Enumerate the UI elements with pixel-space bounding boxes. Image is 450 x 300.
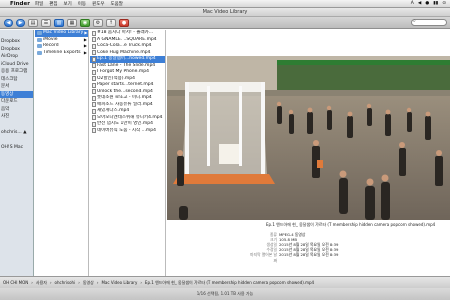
video-file-icon — [92, 128, 96, 134]
video-file-icon — [92, 102, 96, 108]
folder-icon — [37, 50, 42, 55]
menu-file[interactable]: 파일 — [35, 1, 43, 7]
sidebar-item-device[interactable]: ohchris... ▲ — [0, 129, 33, 137]
video-file-icon — [92, 89, 96, 95]
list-item[interactable]: Timeline Exports ▶ — [35, 50, 88, 57]
view-coverflow-button[interactable]: ▦ — [67, 18, 77, 27]
sidebar-item-desktop[interactable]: 데스크탑 — [0, 76, 33, 84]
path-item-home[interactable]: ohchrisohi — [55, 280, 76, 285]
video-thumbnail[interactable] — [167, 56, 450, 220]
file-title: Ep.1 엔드아에 현_ 옹달샘이 갸르타 (T membership hidd… — [266, 222, 436, 227]
status-icon-e[interactable]: ⊙ — [442, 1, 446, 6]
video-file-icon — [92, 76, 96, 82]
video-file-icon — [92, 108, 96, 114]
path-item-movies[interactable]: 동영상 — [83, 280, 94, 286]
folder-icon — [37, 31, 42, 36]
status-icon-a[interactable]: A — [411, 1, 414, 6]
window-title: Mac Video Library — [202, 9, 248, 15]
menu-view[interactable]: 보기 — [64, 1, 72, 7]
sidebar-item-dropbox-2[interactable]: Dropbox — [0, 46, 33, 54]
title-bar: Mac Video Library — [0, 8, 450, 17]
path-item-library[interactable]: Mac Video Library — [101, 280, 137, 285]
column-2: #18 움치다 아저! - 몰래카... A GNAMLE. ..SQUARE.… — [90, 30, 166, 276]
sidebar-item-icloud[interactable]: iCloud Drive — [0, 61, 33, 69]
video-file-icon — [92, 69, 96, 75]
status-icon-c[interactable]: ● — [425, 1, 429, 6]
list-item[interactable]: 네이버뮤직 도움 - 시작 ...mp4 — [90, 128, 165, 135]
sidebar-item-shared-mac[interactable]: OH!S Mac — [0, 144, 33, 152]
menu-help[interactable]: 도움말 — [110, 1, 122, 7]
video-file-icon — [92, 50, 96, 56]
menubar-status-area: A ◀ ● ▮▮ ⊙ — [411, 1, 450, 6]
video-file-icon — [92, 37, 96, 43]
video-frame-image — [167, 56, 450, 220]
sidebar-item-movies[interactable]: 동영상 — [0, 90, 33, 98]
forward-button[interactable]: ▶ — [16, 18, 25, 27]
preview-pane: Ep.1 엔드아에 현_ 옹달샘이 갸르타 (T membership hidd… — [167, 30, 450, 276]
folder-icon — [37, 44, 42, 49]
sidebar-item-downloads[interactable]: 다운로드 — [0, 98, 33, 106]
path-item-disk[interactable]: OH CHI MON — [3, 280, 28, 285]
path-item-users[interactable]: 사용자 — [36, 280, 47, 286]
path-item-file[interactable]: Ep.1 엔드아에 현_ 옹달샘이 갸르타 (T membership hidd… — [145, 280, 314, 286]
status-icon-b[interactable]: ◀ — [418, 1, 421, 6]
tag-button[interactable]: ● — [119, 18, 129, 27]
info-row-last-opened: 마지막 열어본 날짜 2015년 8월 28일 목요일 오전 8:39 — [250, 252, 339, 263]
sidebar-item-pictures[interactable]: 사진 — [0, 113, 33, 121]
video-file-icon — [92, 30, 96, 36]
menu-window[interactable]: 윈도우 — [92, 1, 104, 7]
back-button[interactable]: ◀ — [4, 18, 13, 27]
status-icon-d[interactable]: ▮▮ — [433, 1, 438, 6]
menu-bar: Finder 파일 편집 보기 이동 윈도우 도움말 A ◀ ● ▮▮ ⊙ — [0, 0, 450, 8]
search-input[interactable] — [411, 19, 447, 26]
quicklook-button[interactable]: ◉ — [80, 18, 90, 27]
video-file-icon — [92, 56, 96, 62]
toolbar: ◀ ▶ ▤ ☰ ▥ ▦ ◉ ⚙ ↑ ● — [0, 17, 450, 29]
arrange-button[interactable]: ⚙ — [93, 18, 103, 27]
video-file-icon — [92, 121, 96, 127]
video-file-icon — [92, 115, 96, 121]
status-bar: 1/16 선택됨, 1.01 TB 사용 가능 — [0, 288, 450, 300]
sidebar-item-documents[interactable]: 문서 — [0, 83, 33, 91]
view-list-button[interactable]: ☰ — [41, 18, 51, 27]
sidebar-item-applications[interactable]: 응용 프로그램 — [0, 68, 33, 76]
chevron-right-icon: ▶ — [83, 49, 87, 55]
sidebar-item-dropbox[interactable]: Dropbox — [0, 38, 33, 46]
sidebar-item-airdrop[interactable]: AirDrop — [0, 53, 33, 61]
file-info: Ep.1 엔드아에 현_ 옹달샘이 갸르타 (T membership hidd… — [167, 222, 450, 276]
sidebar-item-music[interactable]: 음악 — [0, 106, 33, 114]
menu-edit[interactable]: 편집 — [49, 1, 57, 7]
menu-go[interactable]: 이동 — [78, 1, 86, 7]
finder-window: Mac Video Library ◀ ▶ ▤ ☰ ▥ ▦ ◉ ⚙ ↑ ● Dr… — [0, 8, 450, 300]
video-file-icon — [92, 82, 96, 88]
view-columns-button[interactable]: ▥ — [54, 18, 64, 27]
view-icon-button[interactable]: ▤ — [28, 18, 38, 27]
menu-app-finder[interactable]: Finder — [10, 1, 30, 7]
video-file-icon — [92, 95, 96, 101]
column-1: Mac Video Library ▶ iMovie ▶ Record ▶ Timel… — [35, 30, 89, 276]
path-bar: OH CHI MON › 사용자 › ohchrisohi › 동영상 › Mac Vi… — [0, 276, 450, 288]
share-button[interactable]: ↑ — [106, 18, 116, 27]
video-file-icon — [92, 43, 96, 49]
video-file-icon — [92, 63, 96, 69]
folder-icon — [37, 37, 42, 42]
sidebar: Dropbox Dropbox AirDrop iCloud Drive 응용 … — [0, 30, 34, 276]
